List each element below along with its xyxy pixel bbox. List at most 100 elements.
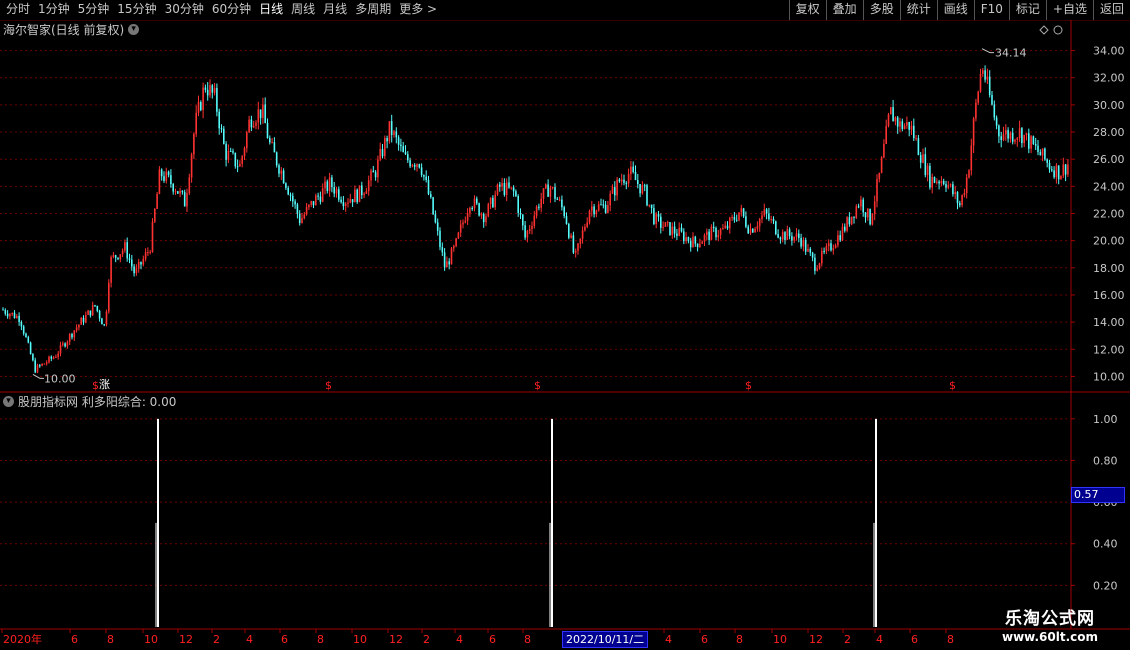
candle-body	[1044, 148, 1046, 160]
candle-body	[802, 240, 805, 247]
candle-body	[855, 206, 858, 218]
candle-body	[956, 192, 959, 204]
candle-body	[50, 356, 53, 359]
x-tick-label: 4	[876, 633, 883, 646]
candle-body	[492, 197, 494, 208]
candle-body	[165, 171, 168, 181]
candle-body	[503, 183, 506, 195]
candle-body	[195, 112, 197, 134]
candle-body	[489, 197, 492, 204]
candle-body	[878, 172, 881, 180]
candle-body	[25, 333, 27, 338]
candle-body	[993, 104, 996, 118]
candle-body	[252, 125, 255, 128]
candle-body	[496, 184, 499, 195]
candle-body	[738, 212, 740, 221]
candle-body	[1023, 134, 1025, 144]
candle-body	[62, 343, 64, 345]
candle-body	[885, 126, 887, 145]
x-tick-label: 10	[773, 633, 787, 646]
candle-body	[664, 222, 667, 227]
diamond-icon	[1039, 25, 1049, 35]
candle-body	[627, 174, 630, 184]
candle-body	[1057, 165, 1060, 180]
candle-body	[193, 133, 195, 155]
candle-body	[791, 236, 793, 241]
candle-body	[430, 194, 432, 198]
watermark-url: www.60lt.com	[1001, 630, 1099, 644]
candle-body	[400, 144, 402, 147]
candle-body	[982, 70, 984, 74]
candle-body	[545, 184, 547, 189]
high-label: 34.14	[995, 47, 1027, 60]
candle-body	[1032, 136, 1035, 144]
candle-body	[917, 138, 920, 156]
candle-body	[892, 107, 894, 122]
candle-body	[501, 183, 503, 187]
candle-body	[505, 182, 508, 195]
candle-body	[1067, 164, 1069, 175]
candle-body	[423, 174, 425, 177]
candle-body	[101, 318, 103, 325]
x-tick-label: 8	[947, 633, 954, 646]
candle-body	[473, 198, 476, 209]
candle-body	[577, 243, 579, 251]
candle-body	[186, 193, 188, 207]
candle-body	[425, 176, 427, 180]
candle-body	[432, 197, 434, 215]
candle-body	[846, 217, 848, 231]
candle-body	[1002, 134, 1005, 141]
candle-body	[1055, 165, 1058, 178]
candle-body	[561, 199, 563, 208]
candle-body	[154, 208, 156, 222]
candle-body	[650, 204, 653, 209]
candle-body	[864, 212, 867, 218]
candle-body	[317, 195, 319, 197]
x-tick-label: 8	[317, 633, 324, 646]
high-pointer	[981, 48, 994, 54]
candle-body	[754, 228, 756, 233]
candle-body	[156, 193, 158, 209]
candle-body	[476, 198, 478, 204]
candle-body	[340, 199, 342, 203]
candle-body	[2, 309, 4, 311]
candle-body	[632, 166, 634, 172]
candle-body	[765, 209, 768, 214]
candle-body	[57, 353, 59, 357]
candle-body	[227, 150, 230, 160]
candle-body	[255, 122, 257, 126]
candle-body	[795, 233, 798, 237]
candle-body	[402, 146, 404, 153]
candle-body	[1064, 164, 1067, 175]
chevron-down-icon[interactable]: ▾	[128, 23, 140, 35]
candle-body	[266, 123, 269, 139]
candle-body	[388, 121, 391, 142]
x-tick-label: 2020年	[3, 632, 42, 646]
candle-body	[549, 187, 552, 197]
candle-body	[620, 179, 623, 182]
candle-body	[413, 165, 416, 167]
candle-body	[618, 179, 621, 182]
watermark-title: 乐淘公式网	[1005, 609, 1095, 629]
candle-body	[280, 170, 283, 174]
candle-body	[752, 228, 754, 233]
candle-body	[933, 176, 936, 183]
candle-body	[160, 169, 163, 177]
candle-body	[18, 315, 20, 322]
candle-body	[970, 145, 973, 171]
candle-body	[669, 222, 671, 235]
y-tick-label: 26.00	[1093, 153, 1125, 166]
candle-body	[420, 167, 423, 175]
candle-body	[972, 118, 975, 146]
candle-body	[961, 194, 963, 206]
candle-body	[453, 246, 455, 249]
candle-body	[259, 109, 262, 118]
candle-body	[1018, 128, 1021, 138]
buy-marker: $	[949, 379, 956, 392]
candle-body	[814, 257, 816, 271]
candle-body	[48, 356, 50, 363]
candle-body	[459, 224, 462, 233]
candle-body	[508, 182, 510, 188]
candle-body	[515, 191, 517, 197]
chevron-down-icon[interactable]: ▾	[3, 395, 14, 407]
